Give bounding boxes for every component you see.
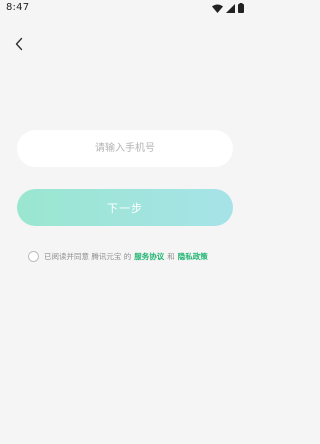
- privacy-policy-link[interactable]: 隐私政策: [178, 252, 208, 261]
- status-bar: 8:47: [0, 0, 250, 18]
- status-time: 8:47: [6, 2, 30, 13]
- login-screen: 8:47 下一步 已阅读并同意 腾讯元宝 的服务协议和隐私政策: [0, 0, 250, 444]
- agree-checkbox[interactable]: [28, 251, 39, 262]
- signal-icon: [226, 3, 235, 13]
- agreement-row: 已阅读并同意 腾讯元宝 的服务协议和隐私政策: [28, 251, 208, 262]
- chevron-left-icon: [14, 36, 24, 55]
- next-button-label: 下一步: [107, 201, 143, 215]
- agreement-prefix: 已阅读并同意 腾讯元宝 的: [44, 252, 132, 261]
- next-button[interactable]: 下一步: [17, 189, 233, 226]
- service-agreement-link[interactable]: 服务协议: [134, 252, 164, 261]
- agreement-conjunction: 和: [167, 252, 175, 261]
- battery-icon: [238, 3, 244, 13]
- status-icons: [212, 3, 244, 13]
- agreement-text: 已阅读并同意 腾讯元宝 的服务协议和隐私政策: [44, 251, 208, 262]
- back-button[interactable]: [10, 36, 28, 54]
- phone-input[interactable]: [17, 130, 233, 167]
- wifi-icon: [212, 4, 223, 13]
